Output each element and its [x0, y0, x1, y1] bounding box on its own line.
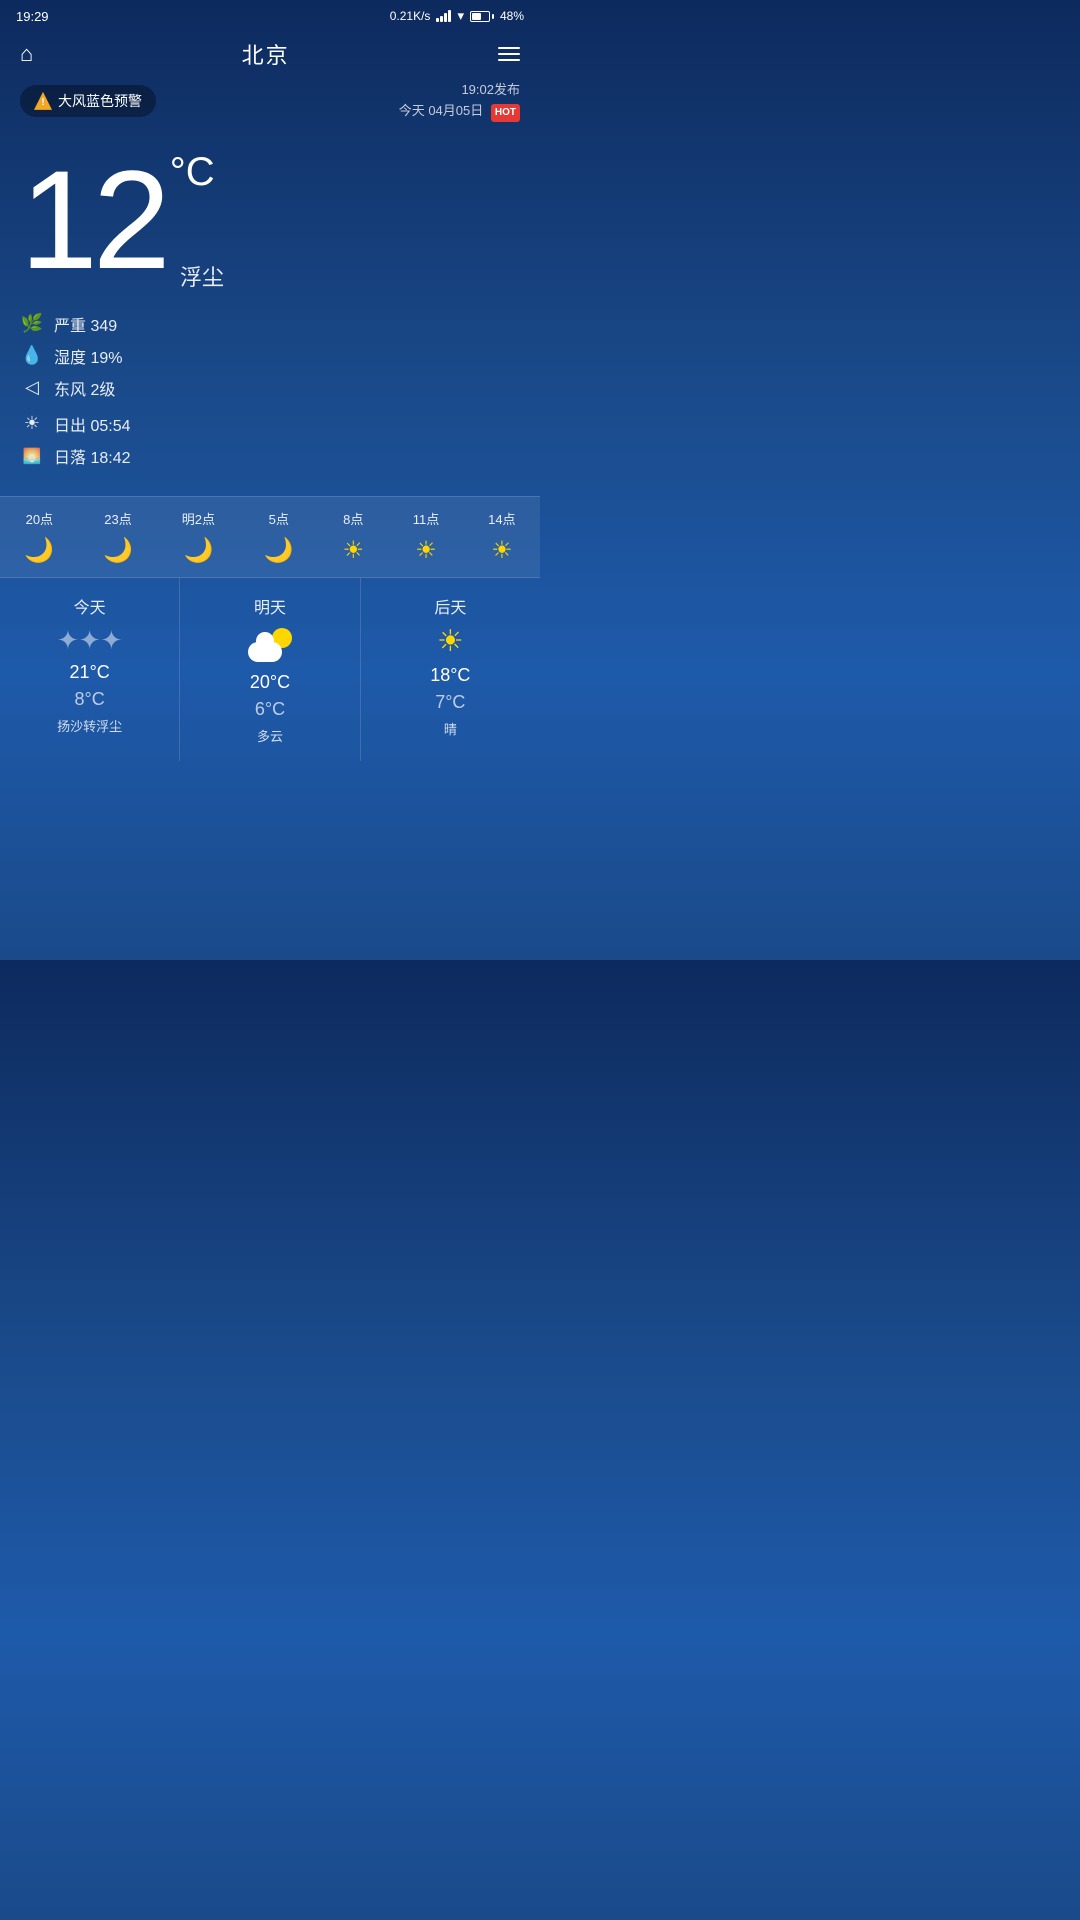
- aqi-row: 🌿 严重 349: [20, 312, 520, 336]
- battery-percent: 48%: [500, 9, 524, 23]
- alert-bar: ! 大风蓝色预警 19:02发布 今天 04月05日 HOT: [0, 80, 540, 130]
- hour-item-4: 5点 🌙: [264, 509, 294, 565]
- publish-time: 19:02发布: [399, 80, 520, 101]
- hour-label-1: 20点: [26, 509, 53, 528]
- weather-description: 浮尘: [180, 260, 520, 292]
- hour-label-2: 23点: [104, 509, 131, 528]
- alert-date: 今天 04月05日 HOT: [399, 101, 520, 122]
- status-time: 19:29: [16, 9, 49, 24]
- day-desc-dayafter: 晴: [444, 719, 457, 738]
- day-high-today: 21°C: [70, 662, 110, 683]
- hour-item-3: 明2点 🌙: [182, 509, 215, 565]
- humidity-value: 湿度 19%: [54, 344, 122, 368]
- temperature-unit: °C: [170, 150, 215, 195]
- signal-icon: [436, 10, 451, 22]
- wind-icon: ◁: [20, 377, 44, 398]
- hour-label-3: 明2点: [182, 509, 215, 528]
- sun-icon-small-7: ☀: [491, 536, 513, 565]
- hour-item-2: 23点 🌙: [103, 509, 133, 565]
- day-low-dayafter: 7°C: [435, 692, 465, 713]
- day-item-dayafter: 后天 ☀ 18°C 7°C 晴: [361, 578, 540, 761]
- moon-icon-2: 🌙: [103, 536, 133, 565]
- sun-section: ☀ 日出 05:54 🌅 日落 18:42: [20, 412, 520, 468]
- hour-label-4: 5点: [269, 509, 289, 528]
- wifi-icon: ▾: [457, 8, 464, 24]
- cloud-sun-icon: [248, 628, 292, 662]
- humidity-row: 💧 湿度 19%: [20, 344, 520, 368]
- day-item-today: 今天 ✦✦✦ 21°C 8°C 扬沙转浮尘: [0, 578, 180, 761]
- city-title: 北京: [242, 38, 290, 70]
- sunny-icon: ☀: [437, 624, 464, 659]
- leaf-icon: 🌿: [20, 313, 44, 334]
- sunset-value: 日落 18:42: [54, 444, 131, 468]
- day-desc-today: 扬沙转浮尘: [57, 716, 122, 735]
- day-low-tomorrow: 6°C: [255, 699, 285, 720]
- sunrise-value: 日出 05:54: [54, 412, 131, 436]
- hourly-forecast: 20点 🌙 23点 🌙 明2点 🌙 5点 🌙 8点 ☀ 11点 ☀ 14点 ☀: [0, 496, 540, 577]
- hour-item-7: 14点 ☀: [488, 509, 515, 565]
- hour-item-5: 8点 ☀: [342, 509, 364, 565]
- hour-label-6: 11点: [413, 509, 440, 528]
- alert-badge[interactable]: ! 大风蓝色预警: [20, 85, 156, 117]
- battery-indicator: [470, 11, 494, 22]
- wind-value: 东风 2级: [54, 376, 115, 400]
- sunrise-row: ☀ 日出 05:54: [20, 412, 520, 436]
- sunset-icon: 🌅: [20, 447, 44, 465]
- day-item-tomorrow: 明天 20°C 6°C 多云: [180, 578, 360, 761]
- alert-info: 19:02发布 今天 04月05日 HOT: [399, 80, 520, 122]
- alert-text: 大风蓝色预警: [58, 91, 142, 111]
- day-label-today: 今天: [74, 594, 106, 618]
- aqi-value: 严重 349: [54, 312, 117, 336]
- haze-icon: ✦✦✦: [57, 624, 122, 656]
- day-label-dayafter: 后天: [434, 594, 466, 618]
- day-high-dayafter: 18°C: [430, 665, 470, 686]
- hour-label-7: 14点: [488, 509, 515, 528]
- hour-item-1: 20点 🌙: [24, 509, 54, 565]
- status-icons: 0.21K/s ▾ 48%: [390, 8, 524, 24]
- moon-icon-3: 🌙: [183, 536, 213, 565]
- temperature-display: 12 °C 浮尘: [0, 130, 540, 302]
- day-label-tomorrow: 明天: [254, 594, 286, 618]
- sun-icon-small-6: ☀: [415, 536, 437, 565]
- temperature-value: 12: [20, 150, 166, 290]
- day-desc-tomorrow: 多云: [257, 726, 283, 745]
- daily-forecast: 今天 ✦✦✦ 21°C 8°C 扬沙转浮尘 明天 20°C 6°C 多云 后天 …: [0, 577, 540, 761]
- moon-icon-4: 🌙: [264, 536, 294, 565]
- hot-badge: HOT: [491, 104, 520, 122]
- day-high-tomorrow: 20°C: [250, 672, 290, 693]
- wind-row: ◁ 东风 2级: [20, 376, 520, 400]
- home-icon[interactable]: ⌂: [20, 41, 33, 67]
- day-low-today: 8°C: [75, 689, 105, 710]
- sunset-row: 🌅 日落 18:42: [20, 444, 520, 468]
- hour-label-5: 8点: [343, 509, 363, 528]
- moon-icon-1: 🌙: [24, 536, 54, 565]
- sun-icon-small-5: ☀: [342, 536, 364, 565]
- sunrise-icon: ☀: [20, 413, 44, 434]
- app-header: ⌂ 北京: [0, 28, 540, 80]
- hour-item-6: 11点 ☀: [413, 509, 440, 565]
- status-bar: 19:29 0.21K/s ▾ 48%: [0, 0, 540, 28]
- menu-icon[interactable]: [498, 47, 520, 61]
- warning-triangle-icon: !: [34, 92, 52, 110]
- humidity-icon: 💧: [20, 345, 44, 366]
- current-info: 🌿 严重 349 💧 湿度 19% ◁ 东风 2级 ☀ 日出 05:54 🌅 日…: [0, 302, 540, 496]
- network-speed: 0.21K/s: [390, 9, 431, 23]
